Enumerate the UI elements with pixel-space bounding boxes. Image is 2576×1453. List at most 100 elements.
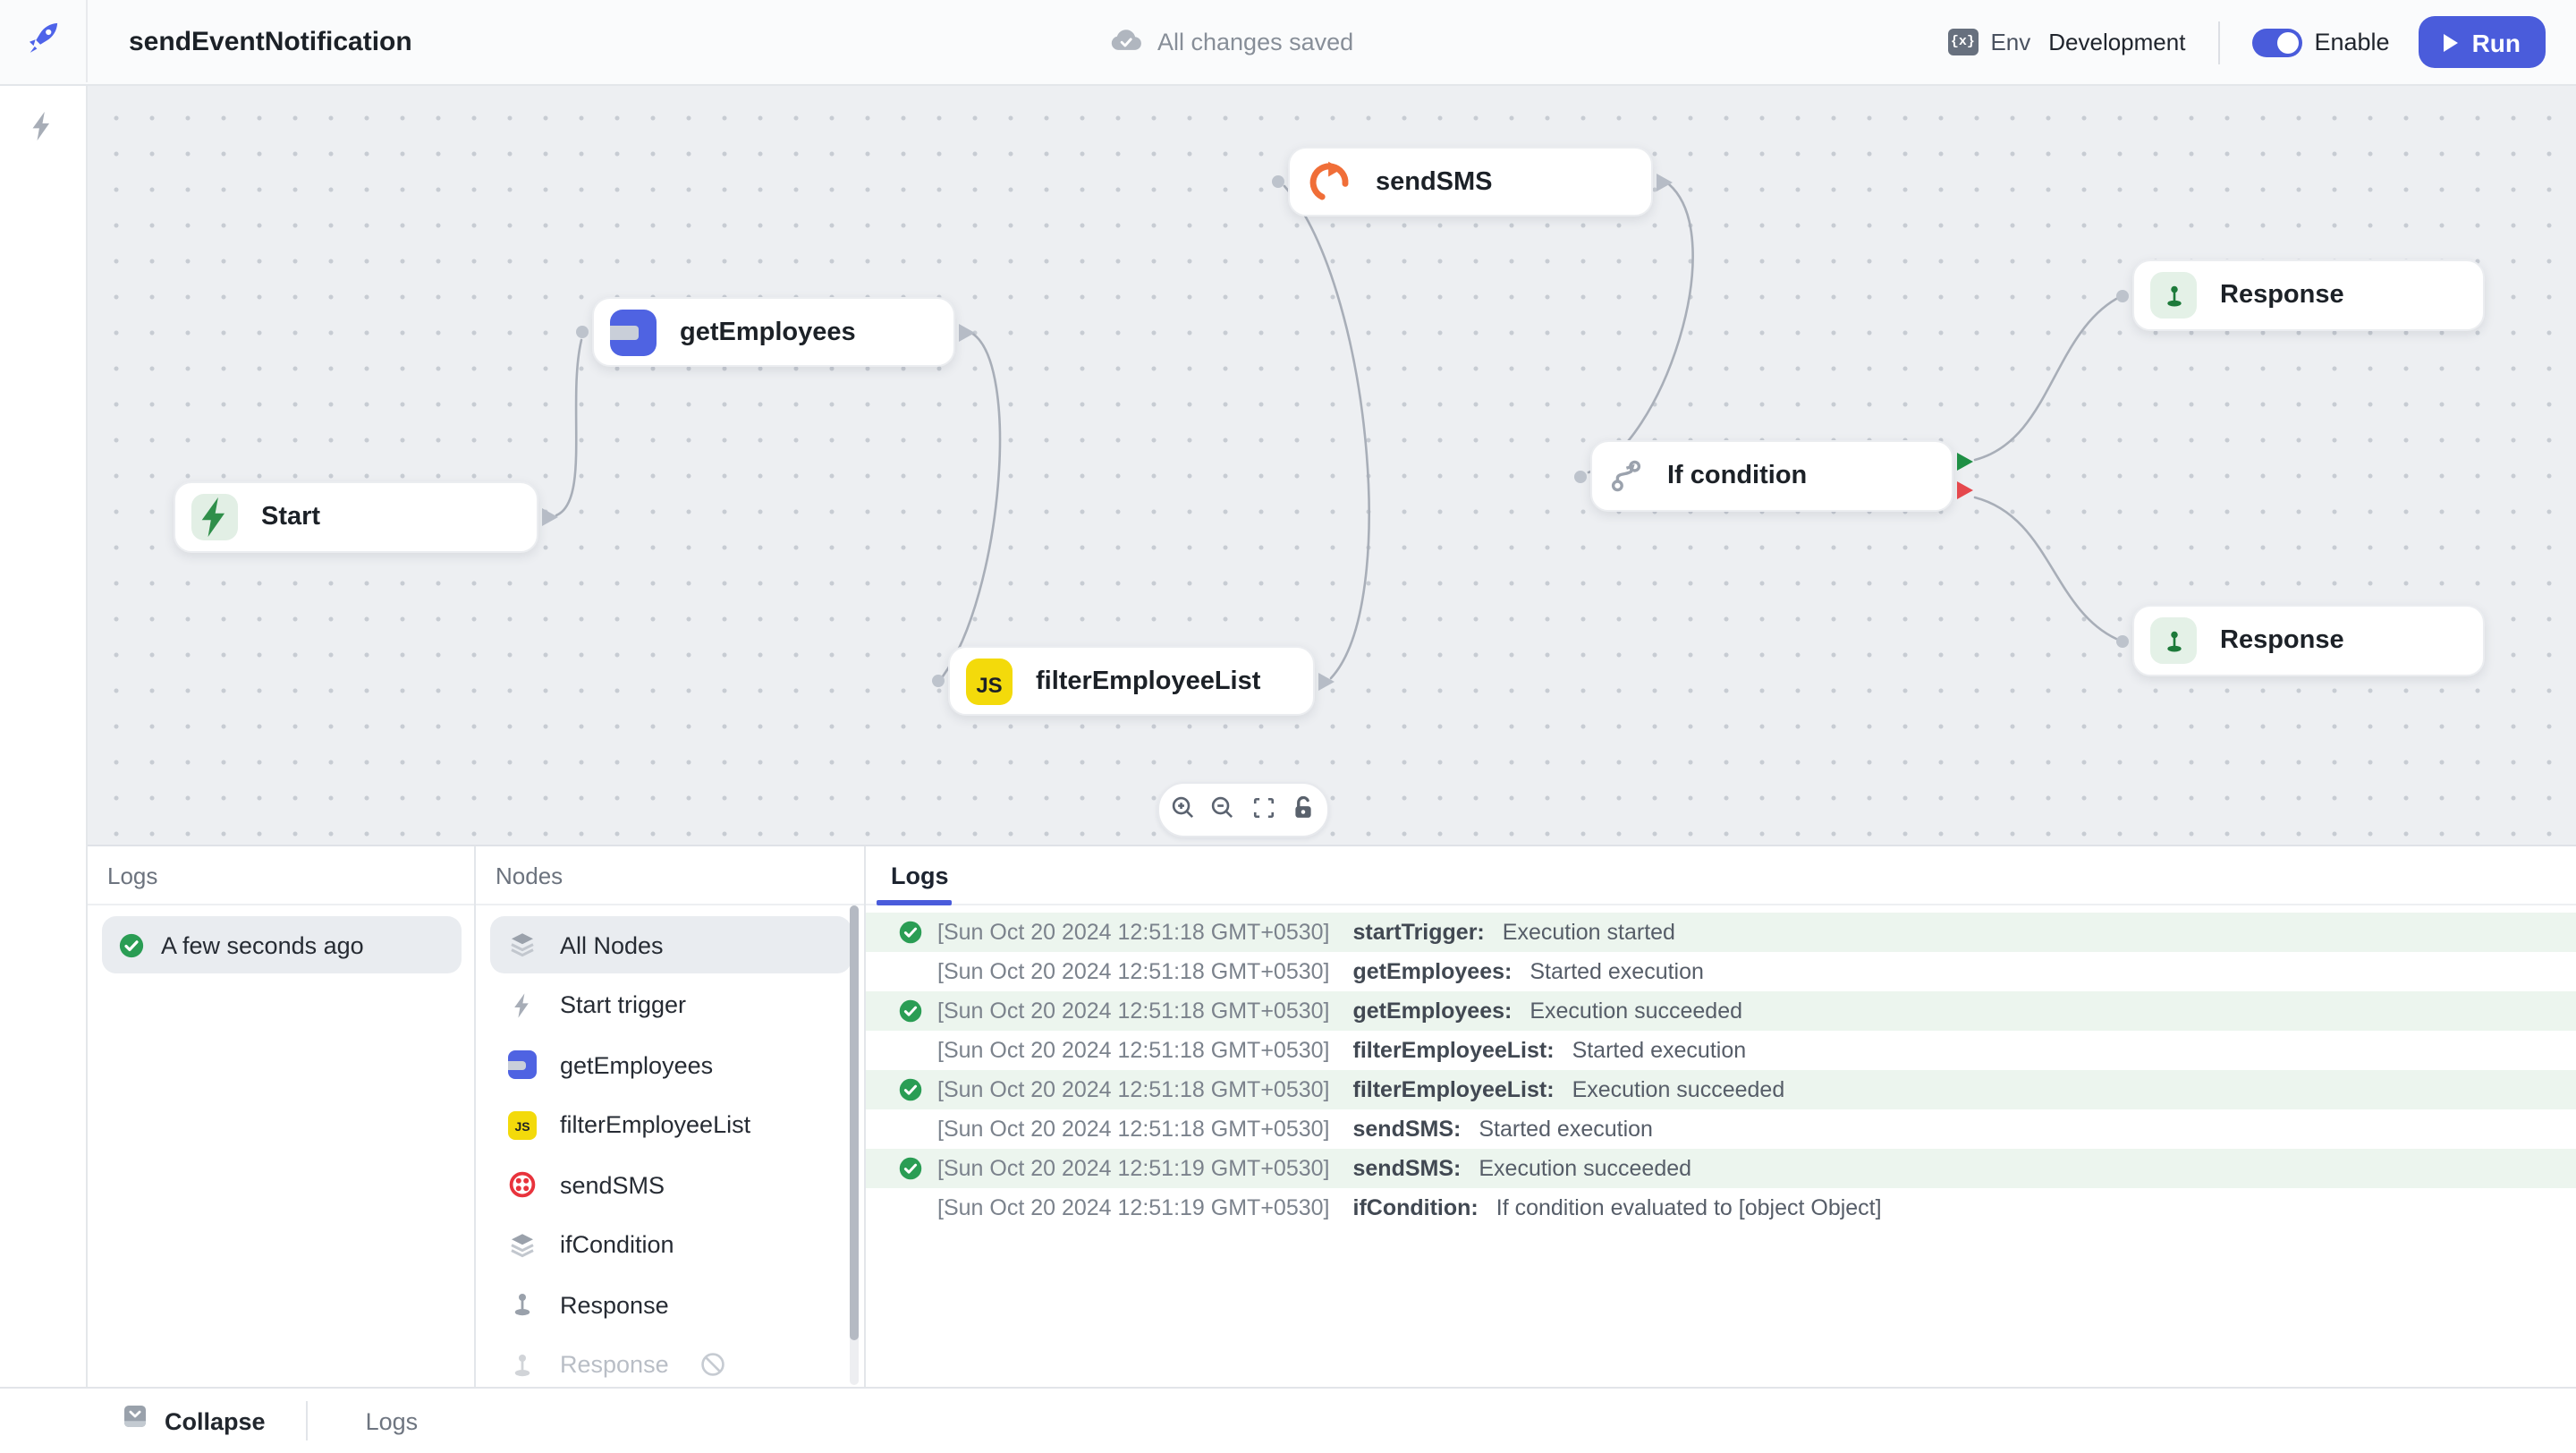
slash-circle-icon bbox=[699, 1351, 726, 1378]
log-timestamp: [Sun Oct 20 2024 12:51:19 GMT+0530] bbox=[937, 1156, 1330, 1181]
collapse-button[interactable]: Collapse bbox=[122, 1403, 266, 1439]
nodes-list-item-all-nodes[interactable]: All Nodes bbox=[490, 916, 852, 973]
zoom-out-icon bbox=[1210, 794, 1237, 826]
nodes-list-item-getemployees[interactable]: getEmployees bbox=[490, 1036, 852, 1093]
canvas-toolbar bbox=[1157, 782, 1329, 837]
log-message: Started execution bbox=[1479, 1117, 1653, 1142]
canvas-node-filterEmployeeList[interactable]: JSfilterEmployeeList bbox=[948, 646, 1315, 716]
input-port-dot[interactable] bbox=[1574, 470, 1587, 482]
log-row: [Sun Oct 20 2024 12:51:18 GMT+0530]filte… bbox=[866, 1070, 2576, 1109]
input-port-dot[interactable] bbox=[932, 675, 945, 687]
run-status-check-icon bbox=[118, 931, 145, 958]
true-branch-arrow-icon[interactable] bbox=[1957, 453, 1973, 471]
output-port-arrow-icon[interactable] bbox=[1318, 672, 1335, 690]
log-source: filterEmployeeList: bbox=[1353, 1038, 1555, 1063]
log-check-spacer bbox=[898, 1195, 923, 1220]
log-row: [Sun Oct 20 2024 12:51:18 GMT+0530]filte… bbox=[866, 1031, 2576, 1070]
start-icon bbox=[191, 494, 238, 540]
save-status: All changes saved bbox=[1109, 0, 1353, 84]
nodes-scrollbar[interactable] bbox=[850, 905, 859, 1385]
log-message: If condition evaluated to [object Object… bbox=[1496, 1195, 1882, 1220]
node-label: Start bbox=[261, 503, 320, 531]
cloud-check-icon bbox=[1109, 26, 1143, 58]
pin-gray-icon bbox=[508, 1290, 537, 1319]
canvas-node-start[interactable]: Start bbox=[174, 481, 538, 553]
log-timestamp: [Sun Oct 20 2024 12:51:18 GMT+0530] bbox=[937, 920, 1330, 945]
left-rail bbox=[0, 84, 88, 1387]
run-list-item[interactable]: A few seconds ago bbox=[102, 916, 462, 973]
log-row: [Sun Oct 20 2024 12:51:18 GMT+0530]sendS… bbox=[866, 1109, 2576, 1149]
tab-logs[interactable]: Logs bbox=[891, 846, 949, 905]
log-source: ifCondition: bbox=[1353, 1195, 1479, 1220]
output-port-arrow-icon[interactable] bbox=[542, 508, 558, 526]
input-port-dot[interactable] bbox=[576, 326, 589, 338]
edge-getEmployees-to-filterEmployeeList bbox=[943, 333, 1000, 676]
zoom-in-button[interactable] bbox=[1167, 794, 1199, 826]
enable-label: Enable bbox=[2314, 29, 2389, 55]
nodes-list-item-label: Start trigger bbox=[560, 991, 686, 1018]
nodes-list-item-start-trigger[interactable]: Start trigger bbox=[490, 976, 852, 1033]
false-branch-arrow-icon[interactable] bbox=[1957, 481, 1973, 499]
run-label: A few seconds ago bbox=[161, 931, 364, 958]
canvas-node-response2[interactable]: Response bbox=[2132, 605, 2485, 676]
nodes-list-item-response[interactable]: Response bbox=[490, 1336, 852, 1393]
nodes-scrollbar-thumb[interactable] bbox=[850, 905, 859, 1340]
twilio-icon bbox=[508, 1170, 537, 1199]
env-value: Development bbox=[2048, 29, 2185, 55]
log-timestamp: [Sun Oct 20 2024 12:51:19 GMT+0530] bbox=[937, 1195, 1330, 1220]
edge-filterEmployeeList-to-sendSMS bbox=[1284, 186, 1369, 678]
environment-selector[interactable]: {x} Env Development bbox=[1947, 29, 2185, 55]
zoom-out-button[interactable] bbox=[1208, 794, 1240, 826]
run-button[interactable]: Run bbox=[2419, 16, 2546, 68]
app-logo[interactable] bbox=[0, 0, 88, 82]
canvas-node-response1[interactable]: Response bbox=[2132, 259, 2485, 331]
nodes-list-item-label: Response bbox=[560, 1291, 669, 1318]
log-message: Started execution bbox=[1572, 1038, 1747, 1063]
trigger-nav-bolt-icon[interactable] bbox=[25, 109, 59, 152]
fit-view-icon bbox=[1251, 795, 1275, 824]
log-row: [Sun Oct 20 2024 12:51:18 GMT+0530]getEm… bbox=[866, 952, 2576, 991]
nodes-column: Nodes All NodesStart triggergetEmployees… bbox=[476, 846, 866, 1389]
log-source: getEmployees: bbox=[1353, 998, 1513, 1024]
workflow-canvas[interactable]: Start getEmployees sendSMS JSfilterEmployee… bbox=[88, 84, 2576, 845]
play-icon bbox=[2444, 33, 2458, 51]
layers-icon bbox=[508, 930, 537, 959]
lock-button[interactable] bbox=[1287, 794, 1319, 826]
js-tile-icon: JS bbox=[508, 1110, 537, 1139]
nodes-list-item-sendsms[interactable]: sendSMS bbox=[490, 1156, 852, 1213]
output-port-arrow-icon[interactable] bbox=[959, 323, 975, 341]
log-message: Execution started bbox=[1503, 920, 1675, 945]
log-success-check-icon bbox=[898, 998, 923, 1024]
pin-gray-icon bbox=[508, 1350, 537, 1379]
bottom-bar-logs[interactable]: Logs bbox=[366, 1407, 419, 1434]
log-message: Started execution bbox=[1530, 959, 1704, 984]
input-port-dot[interactable] bbox=[2116, 634, 2129, 647]
lock-icon bbox=[1290, 794, 1317, 826]
log-source: filterEmployeeList: bbox=[1353, 1077, 1555, 1102]
canvas-node-sendSMS[interactable]: sendSMS bbox=[1288, 147, 1653, 217]
nodes-list-item-ifcondition[interactable]: ifCondition bbox=[490, 1216, 852, 1273]
nodes-list-item-label: All Nodes bbox=[560, 931, 664, 958]
query-tile-icon bbox=[508, 1050, 537, 1079]
output-port-arrow-icon[interactable] bbox=[1657, 173, 1673, 191]
ifCondition-icon bbox=[1608, 458, 1644, 494]
env-braces-icon: {x} bbox=[1947, 29, 1978, 55]
canvas-node-ifCondition[interactable]: If condition bbox=[1590, 440, 1953, 512]
logs-column: Logs [Sun Oct 20 2024 12:51:18 GMT+0530]… bbox=[866, 846, 2576, 1389]
fit-view-button[interactable] bbox=[1247, 794, 1279, 826]
nodes-list-item-filteremployeelist[interactable]: JSfilterEmployeeList bbox=[490, 1096, 852, 1153]
canvas-node-getEmployees[interactable]: getEmployees bbox=[592, 297, 955, 367]
response2-icon bbox=[2150, 617, 2197, 664]
edge-start-to-getEmployees bbox=[556, 340, 581, 515]
collapse-label: Collapse bbox=[165, 1407, 266, 1434]
enable-toggle[interactable] bbox=[2251, 28, 2301, 56]
nodes-list-item-response[interactable]: Response bbox=[490, 1276, 852, 1333]
input-port-dot[interactable] bbox=[2116, 289, 2129, 302]
bottom-bar: Collapse Logs bbox=[0, 1387, 2576, 1453]
rocket-icon bbox=[23, 17, 63, 65]
log-row: [Sun Oct 20 2024 12:51:18 GMT+0530]start… bbox=[866, 913, 2576, 952]
nodes-list-item-label: getEmployees bbox=[560, 1051, 713, 1078]
input-port-dot[interactable] bbox=[1272, 175, 1284, 188]
log-message: Execution succeeded bbox=[1530, 998, 1742, 1024]
runs-column: Logs A few seconds ago bbox=[88, 846, 476, 1389]
